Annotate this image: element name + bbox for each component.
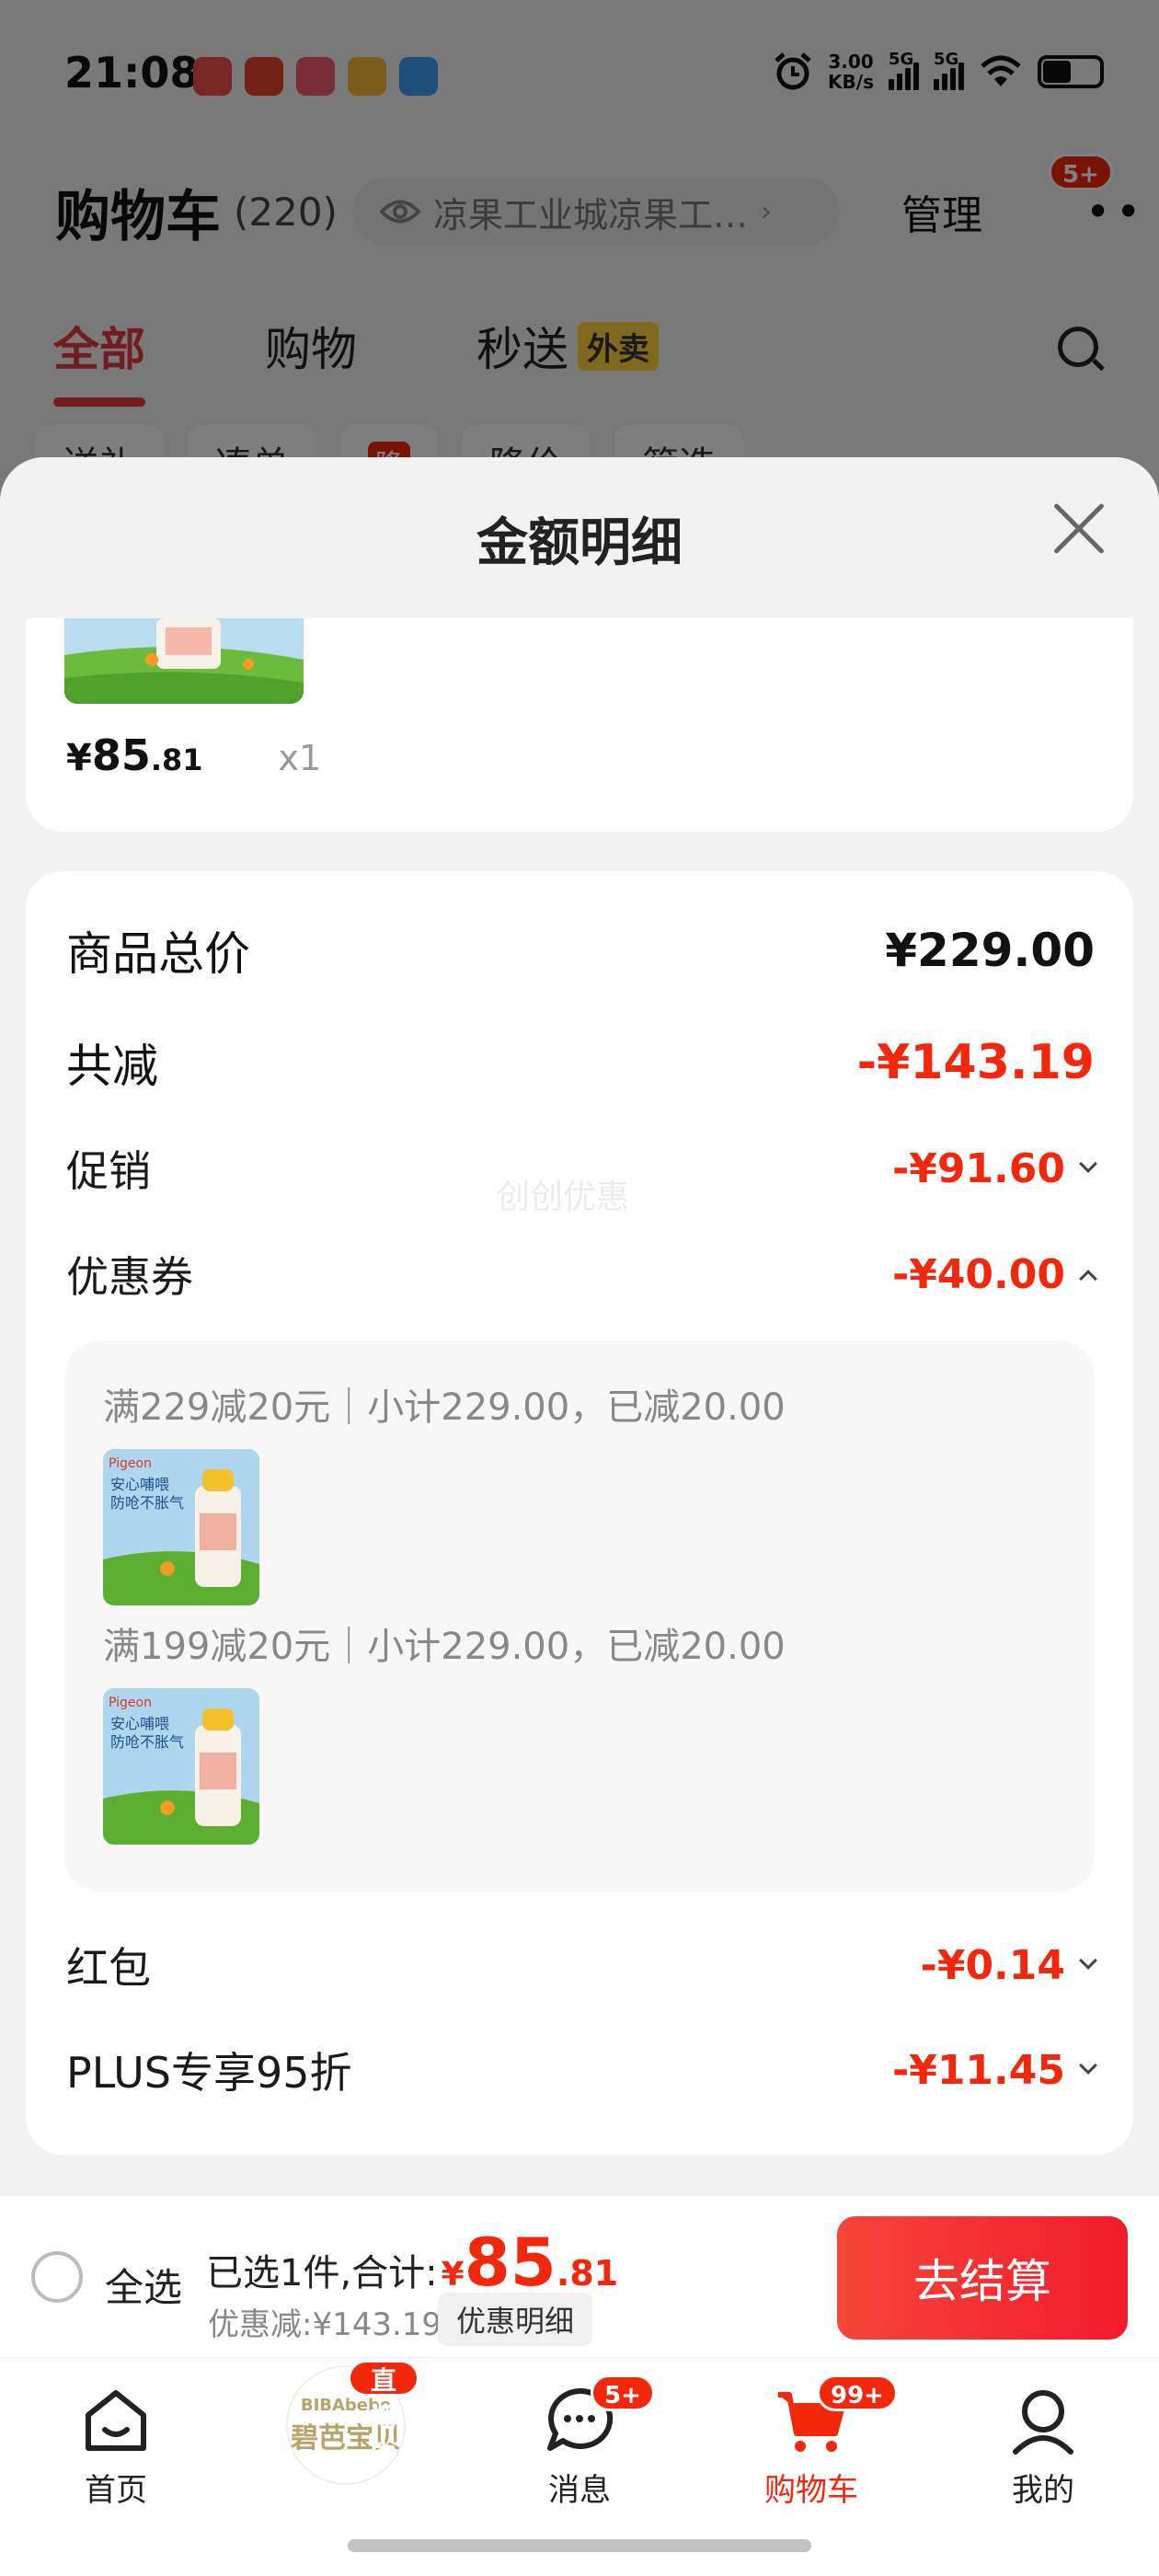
plus-discount-row[interactable]: PLUS专享95折 -¥11.45 xyxy=(66,2040,1097,2100)
product-card: ¥ 85 .81 x1 xyxy=(26,618,1133,832)
amount-detail-sheet: 金额明细 ¥ 85 .81 x1 商品总价 ¥229.00 共减 -¥143.1… xyxy=(0,457,1159,2196)
total-reduction-row: 共减 -¥143.19 xyxy=(66,1035,1095,1093)
product-image[interactable] xyxy=(64,618,304,704)
nav-live[interactable]: BIBAbebe 碧芭宝贝 直播中 xyxy=(272,2360,419,2485)
svg-text:安心哺喂: 安心哺喂 xyxy=(110,1476,169,1493)
total-price-row: 商品总价 ¥229.00 xyxy=(66,924,1095,981)
svg-text:Pigeon: Pigeon xyxy=(109,1696,152,1710)
discount-amount: 优惠减:¥143.19 xyxy=(208,2306,442,2343)
checkout-button[interactable]: 去结算 xyxy=(837,2216,1128,2340)
chevron-down-icon xyxy=(1079,1155,1097,1173)
home-icon xyxy=(79,2384,153,2457)
price-breakdown-card: 商品总价 ¥229.00 共减 -¥143.19 促销 -¥91.60 创创优惠… xyxy=(26,871,1133,2155)
svg-text:安心哺喂: 安心哺喂 xyxy=(110,1715,169,1732)
red-packet-row[interactable]: 红包 -¥0.14 xyxy=(66,1935,1097,1995)
selected-total: 已选1件,合计: ¥ 85 .81 xyxy=(206,2224,619,2301)
chevron-down-icon xyxy=(1079,1951,1097,1970)
item-price: ¥ 85 .81 x1 xyxy=(66,730,322,780)
coupon-details: 满229减20元｜小计229.00，已减20.00 Pigeon 安心哺喂 防呛… xyxy=(64,1340,1095,1892)
sheet-header: 金额明细 xyxy=(0,457,1159,618)
chevron-up-icon xyxy=(1079,1270,1097,1288)
chevron-down-icon xyxy=(1079,2056,1097,2075)
close-icon[interactable] xyxy=(1052,503,1104,555)
watermark: 创创优惠 xyxy=(497,1179,630,1216)
cart-badge: 99+ xyxy=(817,2375,898,2411)
sheet-title: 金额明细 xyxy=(476,513,683,573)
home-indicator[interactable] xyxy=(348,2539,811,2552)
coupon-product-image[interactable]: Pigeon 安心哺喂 防呛不胀气 xyxy=(103,1688,259,1845)
coupon-line: 满199减20元｜小计229.00，已减20.00 xyxy=(103,1626,786,1668)
nav-home[interactable]: 首页 xyxy=(42,2376,189,2510)
coupon-row[interactable]: 优惠券 -¥40.00 xyxy=(66,1244,1097,1305)
nav-messages[interactable]: 消息 5+ xyxy=(506,2375,655,2510)
live-badge: 直播中 xyxy=(348,2360,419,2469)
checkout-bar: 全选 已选1件,合计: ¥ 85 .81 优惠减:¥143.19 优惠明细 去结… xyxy=(0,2196,1159,2357)
select-all-checkbox[interactable] xyxy=(31,2251,83,2303)
nav-cart[interactable]: 购物车 99+ xyxy=(738,2375,898,2510)
svg-text:Pigeon: Pigeon xyxy=(109,1456,152,1471)
nav-mine[interactable]: 我的 xyxy=(970,2376,1117,2510)
discount-detail-button[interactable]: 优惠明细 xyxy=(438,2293,593,2346)
svg-text:防呛不胀气: 防呛不胀气 xyxy=(110,1733,184,1751)
user-icon xyxy=(1006,2384,1080,2457)
messages-badge: 5+ xyxy=(591,2375,655,2411)
svg-text:防呛不胀气: 防呛不胀气 xyxy=(110,1494,184,1512)
select-all-label[interactable]: 全选 xyxy=(105,2257,182,2313)
item-quantity: x1 xyxy=(278,738,322,778)
coupon-product-image[interactable]: Pigeon 安心哺喂 防呛不胀气 xyxy=(103,1449,259,1605)
coupon-line: 满229减20元｜小计229.00，已减20.00 xyxy=(103,1386,786,1429)
